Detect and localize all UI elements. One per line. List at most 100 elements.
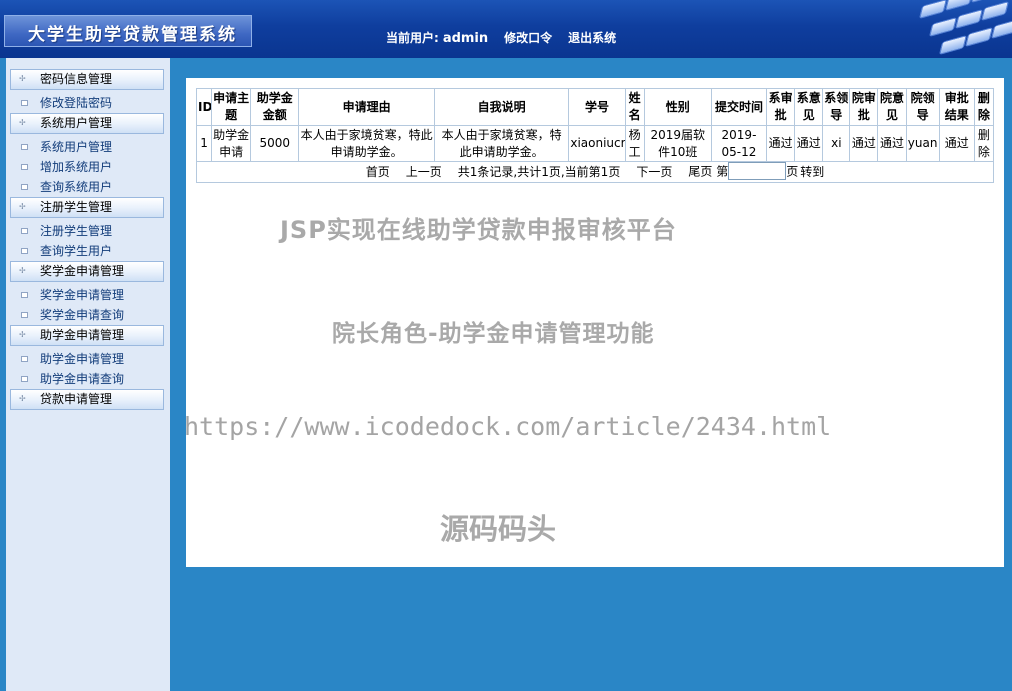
column-header: 自我说明: [433, 88, 570, 126]
cell-student-id: xiaoniucr: [568, 125, 626, 162]
column-header: 性别: [643, 88, 712, 126]
logout-link[interactable]: 退出系统: [568, 31, 616, 45]
menu-group-grant[interactable]: ✢ 助学金申请管理: [10, 325, 164, 346]
menu-item-label: 增加系统用户: [40, 160, 113, 174]
menu-group-system-users[interactable]: ✢ 系统用户管理: [10, 113, 164, 134]
menu-item-label: 奖学金申请查询: [40, 308, 125, 322]
menu-item-grant-manage[interactable]: 助学金申请管理: [6, 349, 168, 369]
column-header: 删除: [973, 88, 995, 126]
cell-amount: 5000: [250, 125, 300, 162]
menu-item-query-student[interactable]: 查询学生用户: [6, 241, 168, 261]
top-nav: 当前用户: admin 修改口令 退出系统: [386, 29, 632, 46]
cell-subject: 助学金申请: [211, 125, 252, 162]
pager: 首页 上一页 共1条记录,共计1页,当前第1页 下一页 尾页 第 页转到: [196, 161, 994, 183]
menu-item-query-system-user[interactable]: 查询系统用户: [6, 177, 168, 197]
menu-item-icon: [21, 292, 28, 298]
pager-row: 首页 上一页 共1条记录,共计1页,当前第1页 下一页 尾页 第 页转到: [196, 161, 994, 183]
page-number-input[interactable]: [728, 162, 787, 180]
menu-item-icon: [21, 164, 28, 170]
cell-id: 1: [195, 125, 213, 162]
cell-self-description: 本人由于家境贫寒，特此申请助学金。: [433, 125, 570, 162]
column-header: 申请理由: [298, 88, 435, 126]
menu-item-icon: [21, 356, 28, 362]
menu-group-title: 助学金申请管理: [40, 328, 125, 342]
menu-item-label: 助学金申请查询: [40, 372, 125, 386]
menu-item-icon: [21, 144, 28, 150]
delete-link[interactable]: 删除: [973, 125, 995, 162]
pager-last-link[interactable]: 尾页: [688, 165, 712, 179]
pager-first-link[interactable]: 首页: [366, 165, 390, 179]
column-header: 姓名: [624, 88, 645, 126]
menu-group-registered-students[interactable]: ✢ 注册学生管理: [10, 197, 164, 218]
menu-item-icon: [21, 312, 28, 318]
column-header: 提交时间: [710, 88, 768, 126]
cell-dept-leader: xi: [822, 125, 851, 162]
menu-item-add-system-user[interactable]: 增加系统用户: [6, 157, 168, 177]
current-username: admin: [442, 31, 489, 46]
menu-item-label: 查询系统用户: [40, 180, 113, 194]
cell-college-leader: yuan: [905, 125, 940, 162]
column-header: 系审批: [766, 88, 796, 126]
menu-item-system-user-manage[interactable]: 系统用户管理: [6, 137, 168, 157]
column-header: ID: [195, 88, 213, 126]
menu-item-grant-query[interactable]: 助学金申请查询: [6, 369, 168, 389]
menu-item-icon: [21, 248, 28, 254]
cell-submit-time: 2019-05-12: [710, 125, 768, 162]
menu-item-label: 助学金申请管理: [40, 352, 125, 366]
column-header: 院领导: [905, 88, 940, 126]
menu-group-scholarship[interactable]: ✢ 奖学金申请管理: [10, 261, 164, 282]
menu-item-icon: [21, 184, 28, 190]
current-user-label: 当前用户:: [386, 31, 439, 45]
cell-dept-approval: 通过: [766, 125, 796, 162]
menu-item-change-login-password[interactable]: 修改登陆密码: [6, 93, 168, 113]
column-header: 院意见: [877, 88, 907, 126]
menu-item-scholarship-query[interactable]: 奖学金申请查询: [6, 305, 168, 325]
cell-college-approval: 通过: [849, 125, 879, 162]
pager-summary: 共1条记录,共计1页,当前第1页: [457, 164, 621, 179]
cell-class: 2019届软件10班: [643, 125, 712, 162]
menu-item-label: 奖学金申请管理: [40, 288, 125, 302]
menu-item-label: 修改登陆密码: [40, 96, 113, 110]
pager-prev-link[interactable]: 上一页: [406, 165, 442, 179]
column-header: 审批结果: [938, 88, 975, 126]
menu-group-title: 注册学生管理: [40, 200, 113, 214]
watermark-title: JSP实现在线助学贷款申报审核平台: [280, 216, 677, 244]
column-header: 学号: [568, 88, 626, 126]
grant-application-table: ID 申请主题 助学金金额 申请理由 自我说明 学号 姓名 性别 提交时间 系审…: [195, 88, 995, 183]
watermark-url: https://www.icodedock.com/article/2434.h…: [184, 412, 832, 441]
column-header: 院审批: [849, 88, 879, 126]
cell-college-opinion: 通过: [877, 125, 907, 162]
menu-group-icon: ✢: [19, 394, 26, 403]
menu-group-icon: ✢: [19, 118, 26, 127]
menu-group-title: 贷款申请管理: [40, 392, 113, 406]
menu-group-icon: ✢: [19, 266, 26, 275]
menu-group-title: 系统用户管理: [40, 116, 113, 130]
menu-item-icon: [21, 228, 28, 234]
pager-next-link[interactable]: 下一页: [636, 165, 672, 179]
pager-go-link[interactable]: 转到: [800, 165, 824, 179]
sidebar-menu: ✢ 密码信息管理 修改登陆密码 ✢ 系统用户管理 系统用户管理 增加系统用户 查询系…: [6, 58, 168, 410]
menu-group-icon: ✢: [19, 202, 26, 211]
table-row: 1 助学金申请 5000 本人由于家境贫寒，特此申请助学金。 本人由于家境贫寒，…: [195, 125, 995, 162]
menu-item-label: 系统用户管理: [40, 140, 113, 154]
app-title: 大学生助学贷款管理系统: [28, 25, 237, 45]
cell-dept-opinion: 通过: [794, 125, 824, 162]
watermark-brand: 源码码头: [440, 512, 557, 546]
column-header: 申请主题: [211, 88, 252, 126]
menu-group-title: 密码信息管理: [40, 72, 113, 86]
menu-item-icon: [21, 100, 28, 106]
cell-reason: 本人由于家境贫寒，特此申请助学金。: [298, 125, 435, 162]
menu-group-password[interactable]: ✢ 密码信息管理: [10, 69, 164, 90]
menu-group-icon: ✢: [19, 330, 26, 339]
menu-item-icon: [21, 376, 28, 382]
cell-name: 杨工: [624, 125, 645, 162]
table-header-row: ID 申请主题 助学金金额 申请理由 自我说明 学号 姓名 性别 提交时间 系审…: [195, 88, 995, 126]
change-password-link[interactable]: 修改口令: [504, 31, 552, 45]
keyboard-decoration-icon: [902, 0, 1012, 58]
column-header: 助学金金额: [250, 88, 300, 126]
column-header: 系领导: [822, 88, 851, 126]
menu-item-label: 查询学生用户: [40, 244, 113, 258]
menu-item-scholarship-manage[interactable]: 奖学金申请管理: [6, 285, 168, 305]
menu-item-student-manage[interactable]: 注册学生管理: [6, 221, 168, 241]
menu-group-loan[interactable]: ✢ 贷款申请管理: [10, 389, 164, 410]
